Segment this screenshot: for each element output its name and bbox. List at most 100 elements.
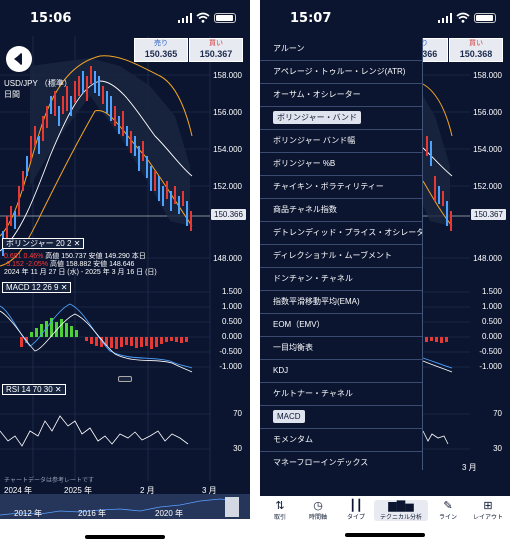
macd-tick: 1.000	[221, 302, 242, 311]
macd-line	[0, 303, 193, 369]
menu-item-directional-movement[interactable]: ディレクショナル・ムーブメント	[260, 245, 422, 268]
macd-tick: 0.500	[221, 317, 242, 326]
macd-tick: 1.500	[481, 287, 502, 296]
back-arrow-icon	[14, 53, 22, 65]
macd-indicator-tag[interactable]: MACD 12 26 9 ✕	[2, 282, 72, 293]
wifi-icon	[196, 12, 210, 23]
tab-layout[interactable]: ⊞ レイアウト	[468, 500, 508, 521]
menu-item-atr[interactable]: アペレージ・トゥルー・レンジ(ATR)	[260, 61, 422, 84]
rsi-tick: 30	[233, 444, 242, 453]
overview-navigator[interactable]: 2012 年 2016 年 2020 年	[0, 495, 250, 519]
price-tick: 148.000	[213, 254, 242, 263]
date-range: 2024 年 11 月 27 日 (水) - 2025 年 3 月 16 日 (…	[4, 269, 157, 276]
menu-item-kdj[interactable]: KDJ	[260, 360, 422, 383]
menu-item-ichimoku[interactable]: 一目均衡表	[260, 337, 422, 360]
bottom-tab-bar	[0, 519, 250, 542]
menu-item-ema[interactable]: 指数平滑移動平均(EMA)	[260, 291, 422, 314]
menu-item-momentum[interactable]: モメンタム	[260, 429, 422, 452]
wifi-icon	[456, 12, 470, 23]
status-bar: 15:07	[260, 0, 510, 36]
status-time: 15:07	[290, 11, 332, 26]
layout-icon: ⊞	[483, 500, 493, 512]
macd-tick: 0.000	[481, 332, 502, 341]
rsi-tick: 30	[493, 444, 502, 453]
rsi-tick: 70	[493, 409, 502, 418]
tab-technical-analysis[interactable]: ▆▇▅ テクニカル分析	[374, 500, 428, 521]
menu-item-chaikin-volatility[interactable]: チャイキン・ボラティリティー	[260, 176, 422, 199]
menu-item-bollinger-bandwidth[interactable]: ボリンジャー バンド幅	[260, 130, 422, 153]
macd-tick: 1.500	[221, 287, 242, 296]
menu-item-bollinger-percent-b[interactable]: ボリンジャー %B	[260, 153, 422, 176]
price-tick: 148.000	[473, 254, 502, 263]
menu-item-awesome-oscillator[interactable]: オーサム・オシレーター	[260, 84, 422, 107]
tab-line[interactable]: ✎ ライン	[428, 500, 468, 521]
time-tick: 3 月	[462, 463, 477, 472]
menu-item-donchian-channel[interactable]: ドンチャン・チャネル	[260, 268, 422, 291]
price-tick: 152.000	[213, 182, 242, 191]
menu-item-bollinger-bands[interactable]: ボリンジャー・バンド	[260, 107, 422, 130]
ask-price: 150.368	[459, 49, 493, 59]
period-label: 日間	[4, 90, 20, 99]
menu-item-mfi[interactable]: マネーフローインデックス	[260, 452, 422, 470]
menu-item-aroon[interactable]: アルーン	[260, 38, 422, 61]
macd-tick: 0.500	[481, 317, 502, 326]
macd-tick: -0.500	[219, 347, 242, 356]
menu-item-macd[interactable]: MACD	[260, 406, 422, 429]
macd-tick: -1.000	[219, 362, 242, 371]
overview-tick: 2016 年	[78, 509, 107, 518]
arrows-icon: ⇅	[275, 500, 285, 512]
home-indicator	[85, 535, 165, 539]
macd-tick: -1.000	[479, 362, 502, 371]
bollinger-indicator-tag[interactable]: ボリンジャー 20 2 ✕	[2, 238, 85, 249]
back-button[interactable]	[6, 46, 32, 72]
tab-chart-type[interactable]: ┃┃ タイプ	[336, 500, 376, 521]
candles-icon: ┃┃	[349, 500, 363, 512]
price-tick: 152.000	[473, 182, 502, 191]
overview-tick: 2012 年	[14, 509, 43, 518]
price-tick: 154.000	[213, 145, 242, 154]
technical-indicator-menu: アルーン アペレージ・トゥルー・レンジ(ATR) オーサム・オシレーター ボリン…	[260, 38, 423, 470]
disclaimer-note: チャートデータは参考レートです	[4, 478, 94, 484]
pen-icon: ✎	[443, 500, 453, 512]
price-tick: 154.000	[473, 145, 502, 154]
bottom-tab-bar: ⇅ 取引 ◷ 時間軸 ┃┃ タイプ ▆▇▅ テクニカル分析 ✎ ライン ⊞ レイアウト	[260, 496, 510, 542]
battery-icon	[214, 13, 236, 23]
bid-price: 150.365	[144, 49, 178, 59]
chart-screen: 15:06 売り 150.365 買い 150.367 USD/JPY （標準）…	[0, 0, 250, 542]
rsi-tick: 70	[233, 409, 242, 418]
ask-quote[interactable]: 買い 150.368	[449, 38, 503, 62]
price-tick: 158.000	[213, 71, 242, 80]
macd-tick: 1.000	[481, 302, 502, 311]
menu-item-dpo[interactable]: デトレンディッド・プライス・オシレーター	[260, 222, 422, 245]
battery-icon	[474, 13, 496, 23]
signal-icon	[178, 13, 192, 23]
rsi-line	[0, 415, 189, 447]
menu-item-eom[interactable]: EOM（EMV）	[260, 314, 422, 337]
current-price-tag: 150.367	[471, 209, 506, 220]
selected-chip: MACD	[273, 410, 305, 423]
price-tick: 158.000	[473, 71, 502, 80]
tab-trade[interactable]: ⇅ 取引	[260, 500, 300, 521]
current-price-tag: 150.366	[211, 209, 246, 220]
menu-item-keltner-channel[interactable]: ケルトナー・チャネル	[260, 383, 422, 406]
price-tick: 156.000	[473, 108, 502, 117]
bars-icon: ▆▇▅	[388, 500, 414, 512]
ask-quote[interactable]: 買い 150.367	[189, 38, 243, 62]
status-time: 15:06	[30, 11, 72, 26]
overview-tick: 2020 年	[155, 509, 184, 518]
tab-timeframe[interactable]: ◷ 時間軸	[298, 500, 338, 521]
symbol-label: USD/JPY （標準）	[4, 79, 72, 88]
ask-price: 150.367	[199, 49, 233, 59]
bid-quote[interactable]: 売り 150.365	[134, 38, 188, 62]
macd-tick: -0.500	[479, 347, 502, 356]
macd-tick: 0.000	[221, 332, 242, 341]
menu-item-cci[interactable]: 商品チャネル指数	[260, 199, 422, 222]
selected-chip: ボリンジャー・バンド	[273, 111, 361, 124]
clock-icon: ◷	[313, 500, 323, 512]
pane-resize-handle[interactable]	[118, 376, 132, 382]
home-indicator	[345, 533, 425, 537]
price-tick: 156.000	[213, 108, 242, 117]
rsi-indicator-tag[interactable]: RSI 14 70 30 ✕	[2, 384, 66, 395]
technical-menu-screen: 15:07 売り 150.366 買い 150.368 158	[260, 0, 510, 542]
status-bar: 15:06	[0, 0, 250, 36]
